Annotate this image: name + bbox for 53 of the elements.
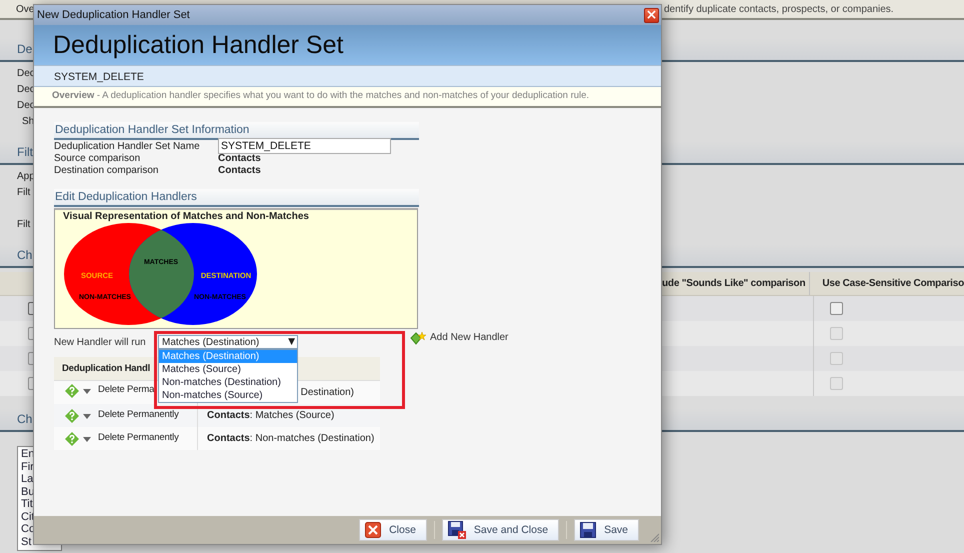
field-label: Source comparison [54,152,142,164]
caret-icon[interactable] [83,437,91,442]
dropdown-option[interactable]: Non-matches (Destination) [159,376,297,389]
caret-icon[interactable] [83,389,91,394]
close-button[interactable]: Close [359,519,427,541]
handler-target: Contacts: Matches (Source) [207,410,334,421]
column-header: Use Case-Sensitive Compariso [821,277,964,291]
save-icon [580,522,596,538]
save-button[interactable]: Save [574,519,639,541]
help-icon[interactable] [65,409,79,423]
name-field[interactable]: SYSTEM_DELETE [218,138,391,154]
handler-action: Delete Permanently [98,432,179,443]
section-heading: Ch [17,412,32,426]
help-icon[interactable] [65,384,79,398]
page-title: Deduplication Handler Set [53,31,344,59]
field-label: Destination comparison [54,164,160,176]
section-title: Edit Deduplication Handlers [54,189,419,207]
close-icon [365,522,382,538]
section-heading: Filt [17,145,33,159]
field-label: Filt [17,186,30,198]
handler-target: Destination) [300,387,354,398]
caret-icon[interactable] [83,414,91,419]
handler-action: Delete Perma [98,384,154,395]
handler-action: Delete Permanently [98,409,179,420]
page-description: dentify duplicate contacts, prospects, or companies. [663,4,895,14]
save-and-close-button[interactable]: Save and Close [442,519,560,541]
checkbox[interactable] [830,377,843,390]
dropdown-option[interactable]: Non-matches (Source) [159,389,297,402]
add-icon [410,332,426,346]
window-title: New Deduplication Handler Set [37,9,190,21]
field-label: Filt [17,218,30,230]
save-close-icon [448,521,466,539]
field-value: Contacts [218,164,261,176]
overview-text: Overview - A deduplication handler specifies what you want to do with the matches and non-matches of your deduplication rule. [52,90,590,101]
field-label: Deduplication Handler Set Name [54,140,201,152]
section-title: Deduplication Handler Set Information [54,122,419,140]
diagram-title: Visual Representation of Matches and Non-Matches [62,210,310,222]
record-name: SYSTEM_DELETE [54,71,144,83]
dropdown[interactable]: Matches (Destination) ▼ [158,335,298,349]
resize-grip-icon[interactable] [649,532,659,542]
column-header: Deduplication Handl [61,363,150,374]
section-heading: De [17,42,32,56]
close-button[interactable]: × [644,8,659,22]
checkbox[interactable] [830,327,843,340]
add-handler-button[interactable]: Add New Handler [410,332,508,346]
section-heading: Ch [17,248,32,262]
dropdown-option[interactable]: Matches (Source) [159,363,297,376]
checkbox[interactable] [830,352,843,365]
checkbox[interactable] [830,302,843,315]
help-icon[interactable] [65,432,79,446]
handler-target: Contacts: Non-matches (Destination) [207,433,374,444]
field-value: Contacts [218,152,261,164]
field-label: New Handler will run [54,336,147,348]
